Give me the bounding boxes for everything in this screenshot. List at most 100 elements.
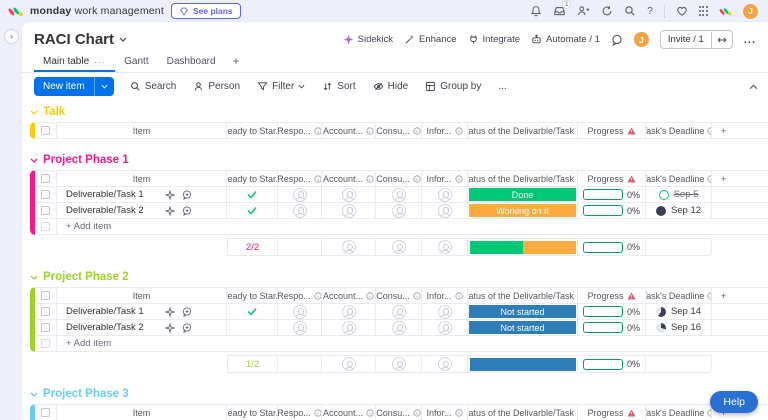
apps-grid-icon[interactable] <box>699 6 708 15</box>
add-view-button[interactable]: + <box>225 52 248 72</box>
select-all-checkbox-cell[interactable] <box>35 288 57 304</box>
column-progress[interactable]: Progress <box>578 171 646 187</box>
item-name-cell[interactable]: Deliverable/Task 2 <box>57 203 227 219</box>
consulted-person-cell[interactable] <box>376 187 422 203</box>
automate-button[interactable]: Automate / 1 <box>531 34 600 45</box>
expand-item-icon[interactable] <box>165 206 175 216</box>
add-item-row[interactable]: + Add item <box>35 219 768 235</box>
column-consulted[interactable]: Consu... <box>376 171 422 187</box>
column-consulted[interactable]: Consu... <box>376 123 422 139</box>
responsible-person-cell[interactable] <box>278 320 322 336</box>
column-responsible[interactable]: Respo... <box>278 171 322 187</box>
column-consulted[interactable]: Consu... <box>376 288 422 304</box>
informed-person-cell[interactable] <box>422 320 468 336</box>
board-title[interactable]: RACI Chart <box>34 31 127 48</box>
group-title-talk[interactable]: Talk <box>30 106 768 118</box>
ready-checkmark-cell[interactable] <box>227 320 278 336</box>
status-pill[interactable]: Not started <box>469 321 576 334</box>
integrate-button[interactable]: Integrate <box>468 34 521 45</box>
notifications-bell-icon[interactable] <box>530 5 542 17</box>
column-status[interactable]: Status of the Delivarble/Task <box>468 123 578 139</box>
search-icon[interactable] <box>624 5 636 17</box>
expand-sidebar-button[interactable]: › <box>4 29 19 44</box>
products-heart-icon[interactable] <box>676 5 688 17</box>
column-item[interactable]: Item <box>57 123 227 139</box>
sidekick-button[interactable]: Sidekick <box>343 34 393 45</box>
expand-item-icon[interactable] <box>165 190 175 200</box>
add-update-icon[interactable] <box>182 307 192 317</box>
group-by-button[interactable]: Group by <box>418 77 488 96</box>
search-button[interactable]: Search <box>123 77 184 96</box>
tab-menu-icon[interactable]: ··· <box>94 57 106 67</box>
expand-item-icon[interactable] <box>165 323 175 333</box>
column-accountable[interactable]: Account... <box>322 171 376 187</box>
enhance-button[interactable]: Enhance <box>404 34 457 45</box>
responsible-person-cell[interactable] <box>278 187 322 203</box>
column-responsible[interactable]: Respo... <box>278 405 322 420</box>
invite-button[interactable]: Invite / 1 <box>660 30 733 49</box>
column-item[interactable]: Item <box>57 288 227 304</box>
accountable-person-cell[interactable] <box>322 187 376 203</box>
board-chat-icon[interactable] <box>611 34 623 46</box>
collapse-header-icon[interactable] <box>749 84 758 90</box>
consulted-person-cell[interactable] <box>376 320 422 336</box>
column-status[interactable]: Status of the Delivarble/Task <box>468 171 578 187</box>
add-column-button[interactable]: + <box>712 288 768 304</box>
column-ready[interactable]: Ready to Star... <box>227 171 278 187</box>
column-progress[interactable]: Progress <box>578 405 646 420</box>
add-item-row[interactable]: + Add item <box>35 336 768 352</box>
column-accountable[interactable]: Account... <box>322 288 376 304</box>
board-more-menu[interactable]: ... <box>744 34 756 46</box>
select-all-checkbox-cell[interactable] <box>35 405 57 420</box>
group-title-phase-2[interactable]: Project Phase 2 <box>30 271 768 283</box>
tab-main-table[interactable]: Main table··· <box>34 53 115 72</box>
column-item[interactable]: Item <box>57 405 227 420</box>
column-accountable[interactable]: Account... <box>322 405 376 420</box>
select-all-checkbox-cell[interactable] <box>35 123 57 139</box>
ready-checkmark-cell[interactable] <box>227 187 278 203</box>
column-progress[interactable]: Progress <box>578 123 646 139</box>
tab-gantt[interactable]: Gantt <box>115 53 157 72</box>
item-name-cell[interactable]: Deliverable/Task 1 <box>57 304 227 320</box>
add-update-icon[interactable] <box>182 206 192 216</box>
column-informed[interactable]: Infor... <box>422 171 468 187</box>
column-responsible[interactable]: Respo... <box>278 288 322 304</box>
filter-button[interactable]: Filter <box>250 77 312 96</box>
group-title-phase-1[interactable]: Project Phase 1 <box>30 154 768 166</box>
column-ready[interactable]: Ready to Star... <box>227 123 278 139</box>
status-pill[interactable]: Working on it <box>469 204 576 217</box>
column-status[interactable]: Status of the Delivarble/Task <box>468 405 578 420</box>
accountable-person-cell[interactable] <box>322 320 376 336</box>
new-item-button[interactable]: New item <box>34 77 114 96</box>
column-deadline[interactable]: Task's Deadline <box>646 123 712 139</box>
row-checkbox-cell[interactable] <box>35 203 57 219</box>
column-deadline[interactable]: Task's Deadline <box>646 171 712 187</box>
column-item[interactable]: Item <box>57 171 227 187</box>
informed-person-cell[interactable] <box>422 203 468 219</box>
user-avatar[interactable]: J <box>743 4 758 19</box>
column-ready[interactable]: Ready to Star... <box>227 405 278 420</box>
help-button[interactable]: Help <box>710 391 758 413</box>
toolbar-more-menu[interactable]: ... <box>491 77 513 96</box>
add-column-button[interactable]: + <box>712 123 768 139</box>
consulted-person-cell[interactable] <box>376 304 422 320</box>
person-filter-button[interactable]: Person <box>186 77 247 96</box>
status-pill[interactable]: Not started <box>469 305 576 318</box>
column-informed[interactable]: Infor... <box>422 123 468 139</box>
column-status[interactable]: Status of the Delivarble/Task <box>468 288 578 304</box>
column-ready[interactable]: Ready to Star... <box>227 288 278 304</box>
see-plans-button[interactable]: See plans <box>171 3 241 19</box>
invite-members-icon[interactable] <box>577 5 590 17</box>
row-checkbox-cell[interactable] <box>35 320 57 336</box>
column-progress[interactable]: Progress <box>578 288 646 304</box>
item-name-cell[interactable]: Deliverable/Task 1 <box>57 187 227 203</box>
column-accountable[interactable]: Account... <box>322 123 376 139</box>
add-update-icon[interactable] <box>182 190 192 200</box>
inbox-icon[interactable]: 1 <box>553 5 566 17</box>
column-responsible[interactable]: Respo... <box>278 123 322 139</box>
accountable-person-cell[interactable] <box>322 203 376 219</box>
informed-person-cell[interactable] <box>422 187 468 203</box>
select-all-checkbox-cell[interactable] <box>35 171 57 187</box>
add-column-button[interactable]: + <box>712 171 768 187</box>
column-deadline[interactable]: Task's Deadline <box>646 288 712 304</box>
